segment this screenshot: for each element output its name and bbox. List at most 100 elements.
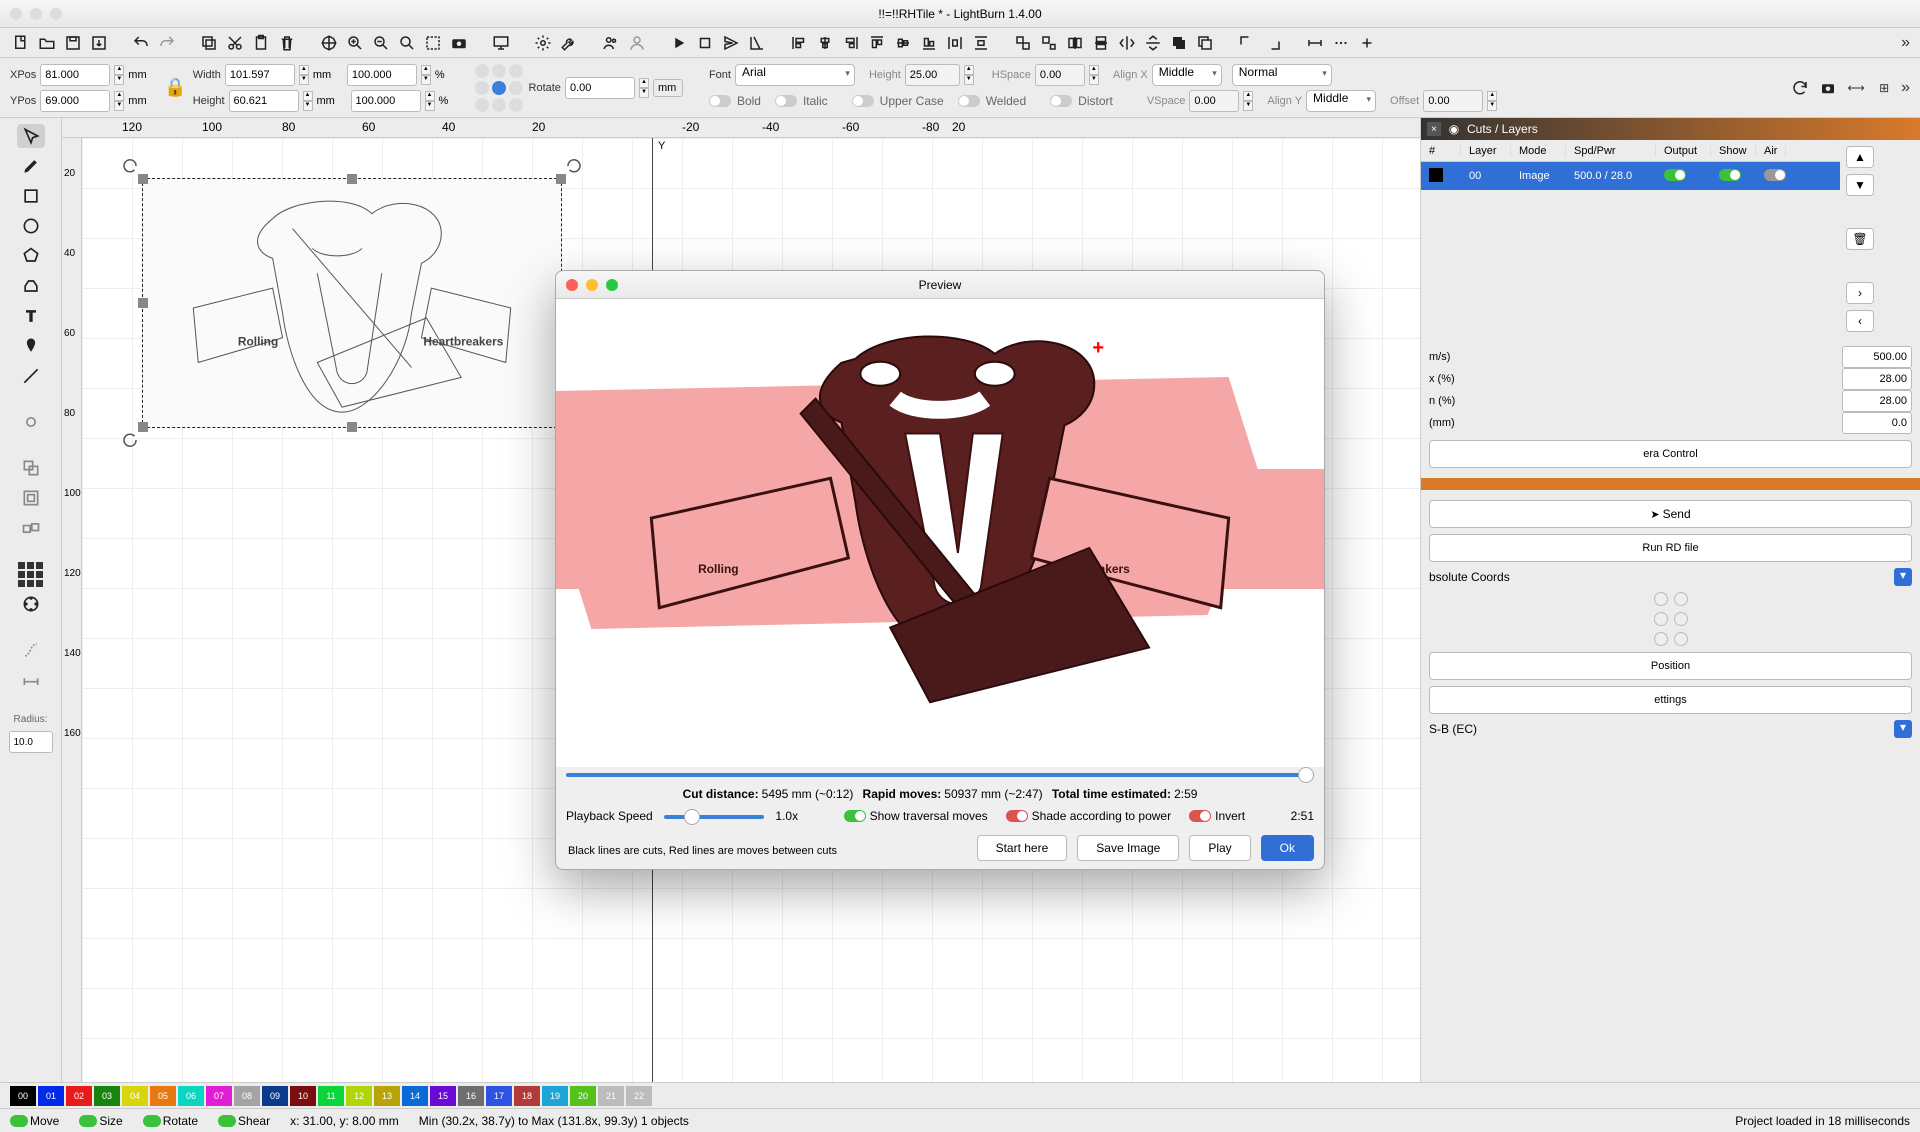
palette-swatch-15[interactable]: 15 bbox=[430, 1086, 456, 1106]
layer-output-toggle[interactable] bbox=[1664, 169, 1686, 181]
handle-tr[interactable] bbox=[556, 174, 566, 184]
zoom-out-icon[interactable] bbox=[370, 32, 392, 54]
ypos-input[interactable] bbox=[40, 90, 110, 112]
bool-union-icon[interactable] bbox=[1168, 32, 1190, 54]
selection-frame-icon[interactable] bbox=[422, 32, 444, 54]
boolean-icon[interactable] bbox=[17, 516, 45, 540]
marker-tool-icon[interactable] bbox=[17, 334, 45, 358]
wrench-icon[interactable] bbox=[558, 32, 580, 54]
bold-toggle[interactable] bbox=[709, 95, 731, 107]
align-vcenter-icon[interactable] bbox=[892, 32, 914, 54]
palette-swatch-02[interactable]: 02 bbox=[66, 1086, 92, 1106]
palette-swatch-04[interactable]: 04 bbox=[122, 1086, 148, 1106]
rotate-handle-tl[interactable] bbox=[121, 157, 139, 175]
align-left-icon[interactable] bbox=[788, 32, 810, 54]
spin-up-icon[interactable]: ▲ bbox=[114, 65, 124, 75]
flip-h-icon[interactable] bbox=[1064, 32, 1086, 54]
layer-show-toggle[interactable] bbox=[1719, 169, 1741, 181]
monitor-icon[interactable] bbox=[490, 32, 512, 54]
move-left-button[interactable]: ‹ bbox=[1846, 310, 1874, 332]
layer-delete-button[interactable]: 🗑 bbox=[1846, 228, 1874, 250]
camera-icon[interactable] bbox=[448, 32, 470, 54]
new-file-icon[interactable] bbox=[10, 32, 32, 54]
italic-toggle[interactable] bbox=[775, 95, 797, 107]
palette-swatch-10[interactable]: 10 bbox=[290, 1086, 316, 1106]
palette-swatch-22[interactable]: 22 bbox=[626, 1086, 652, 1106]
palette-swatch-20[interactable]: 20 bbox=[570, 1086, 596, 1106]
palette-swatch-12[interactable]: 12 bbox=[346, 1086, 372, 1106]
abs-coords-selector[interactable]: ▾ bbox=[1894, 568, 1912, 586]
radial-array-icon[interactable] bbox=[17, 592, 45, 616]
move-mode-toggle[interactable] bbox=[10, 1115, 28, 1127]
window-controls[interactable] bbox=[10, 8, 62, 20]
start-here-button[interactable]: Start here bbox=[977, 835, 1068, 861]
palette-swatch-07[interactable]: 07 bbox=[206, 1086, 232, 1106]
redo-icon[interactable] bbox=[156, 32, 178, 54]
layer-row[interactable]: 00 Image 500.0 / 28.0 bbox=[1421, 162, 1840, 190]
palette-swatch-21[interactable]: 21 bbox=[598, 1086, 624, 1106]
toolbar-overflow-icon[interactable]: » bbox=[1901, 34, 1910, 52]
mirror-h-icon[interactable] bbox=[1116, 32, 1138, 54]
home-icon[interactable] bbox=[746, 32, 768, 54]
preview-window[interactable]: Preview Rolling Heartbreakers bbox=[555, 270, 1325, 870]
offset-input[interactable] bbox=[1423, 90, 1483, 112]
handle-tc[interactable] bbox=[347, 174, 357, 184]
user-icon[interactable] bbox=[626, 32, 648, 54]
size-mode-toggle[interactable] bbox=[79, 1115, 97, 1127]
bool-diff-icon[interactable] bbox=[1194, 32, 1216, 54]
paste-icon[interactable] bbox=[250, 32, 272, 54]
undo-icon[interactable] bbox=[130, 32, 152, 54]
open-folder-icon[interactable] bbox=[36, 32, 58, 54]
play-button[interactable]: Play bbox=[1189, 835, 1250, 861]
shape-tool-icon[interactable] bbox=[17, 274, 45, 298]
rotate-handle-tr[interactable] bbox=[565, 157, 583, 175]
width-pct-input[interactable] bbox=[347, 64, 417, 86]
node-edit-icon[interactable] bbox=[17, 410, 45, 434]
mirror-v-icon[interactable] bbox=[1142, 32, 1164, 54]
grid-array-icon[interactable] bbox=[17, 562, 45, 586]
corner-tl-icon[interactable] bbox=[1236, 32, 1258, 54]
panel-close-icon[interactable]: × bbox=[1427, 122, 1441, 136]
textheight-input[interactable] bbox=[905, 64, 960, 86]
distribute-v-icon[interactable] bbox=[970, 32, 992, 54]
settings-button[interactable]: ettings bbox=[1429, 686, 1912, 714]
palette-swatch-16[interactable]: 16 bbox=[458, 1086, 484, 1106]
measure-tool-icon[interactable] bbox=[17, 668, 45, 692]
width-input[interactable] bbox=[225, 64, 295, 86]
rotate-handle-bl[interactable] bbox=[121, 431, 139, 449]
layers-panel-tab[interactable]: × ◉ Cuts / Layers bbox=[1421, 118, 1920, 140]
edit-path-icon[interactable] bbox=[17, 638, 45, 662]
alignx-dropdown[interactable]: Middle bbox=[1152, 64, 1222, 86]
zoom-in-icon[interactable] bbox=[344, 32, 366, 54]
show-traversal-toggle[interactable] bbox=[844, 810, 866, 822]
height-pct-input[interactable] bbox=[351, 90, 421, 112]
layer-air-toggle[interactable] bbox=[1764, 169, 1786, 181]
zoom-fit-icon[interactable] bbox=[396, 32, 418, 54]
origin-dots[interactable] bbox=[1429, 592, 1912, 646]
ok-button[interactable]: Ok bbox=[1261, 835, 1314, 861]
circle-tool-icon[interactable] bbox=[17, 214, 45, 238]
propbar-overflow-icon[interactable]: » bbox=[1901, 79, 1910, 97]
delete-icon[interactable] bbox=[276, 32, 298, 54]
add-point-icon[interactable] bbox=[1356, 32, 1378, 54]
users-icon[interactable] bbox=[600, 32, 622, 54]
draw-tool-icon[interactable] bbox=[17, 154, 45, 178]
measure-icon[interactable]: ⟷ bbox=[1845, 77, 1867, 99]
line-tool-icon[interactable] bbox=[17, 364, 45, 388]
zoom-dot[interactable] bbox=[50, 8, 62, 20]
preview-timeline-slider[interactable] bbox=[566, 773, 1314, 777]
palette-swatch-09[interactable]: 09 bbox=[262, 1086, 288, 1106]
camera-control-button[interactable]: era Control bbox=[1429, 440, 1912, 468]
palette-swatch-06[interactable]: 06 bbox=[178, 1086, 204, 1106]
font-dropdown[interactable]: Arial bbox=[735, 64, 855, 86]
anchor-grid[interactable] bbox=[475, 64, 523, 112]
preview-titlebar[interactable]: Preview bbox=[556, 271, 1324, 299]
import-icon[interactable] bbox=[88, 32, 110, 54]
handle-ml[interactable] bbox=[138, 298, 148, 308]
palette-swatch-14[interactable]: 14 bbox=[402, 1086, 428, 1106]
pan-icon[interactable] bbox=[318, 32, 340, 54]
hspace-input[interactable] bbox=[1035, 64, 1085, 86]
preview-window-controls[interactable] bbox=[566, 279, 618, 291]
ungroup-icon[interactable] bbox=[1038, 32, 1060, 54]
corner-br-icon[interactable] bbox=[1262, 32, 1284, 54]
